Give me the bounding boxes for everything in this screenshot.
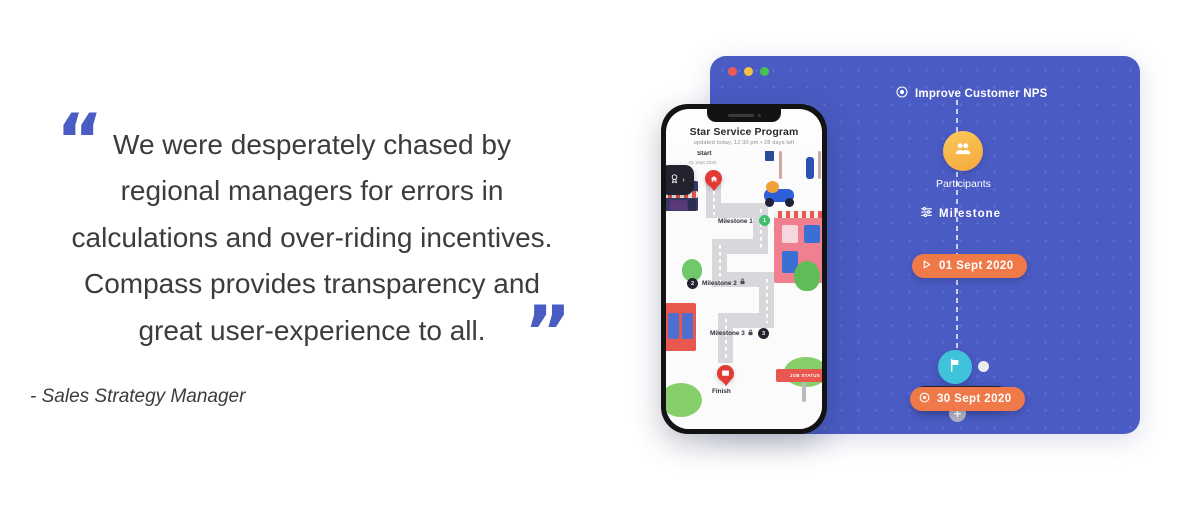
rewards-side-tab[interactable]: ›: [666, 165, 694, 195]
finish-flag-icon[interactable]: [717, 365, 734, 382]
milestone-header-label: Milestone: [939, 208, 1002, 220]
bus-stop-post: [818, 151, 821, 179]
camera-icon: [757, 114, 761, 117]
person-figure: [806, 157, 814, 179]
start-date-label: 01 Sept 2020: [939, 260, 1014, 272]
road-dash: [725, 319, 727, 359]
milestone-2-label: Milestone 2: [702, 280, 737, 287]
milestone-1-node[interactable]: Milestone 1: [919, 350, 1003, 410]
goal-label: Improve Customer NPS: [915, 88, 1048, 100]
storefront-door: [668, 313, 679, 339]
play-icon: [921, 259, 932, 273]
phone-screen: Star Service Program updated today, 12:3…: [666, 109, 822, 429]
milestone-header-row[interactable]: Milestone: [920, 205, 1001, 223]
speaker-icon: [727, 114, 754, 117]
flag-icon: [947, 357, 963, 378]
lock-icon: [747, 329, 754, 338]
end-date-pill[interactable]: 30 Sept 2020: [910, 387, 1025, 411]
medal-icon: [669, 171, 680, 189]
milestone-1-status-dot: [978, 361, 989, 372]
goal-row[interactable]: Improve Customer NPS: [896, 85, 1047, 103]
quote-close-icon: ”: [524, 290, 571, 374]
people-icon: [953, 139, 973, 164]
scooter-wheel: [765, 198, 774, 207]
milestone-1-flag-button[interactable]: [938, 350, 972, 384]
testimonial-panel: “ We were desperately chased by regional…: [0, 0, 620, 506]
house-window: [804, 225, 820, 243]
start-date: 01 Sept 2020: [689, 160, 717, 165]
house-awning: [774, 211, 822, 218]
milestone-3-label: Milestone 3: [710, 330, 745, 337]
storefront-door: [682, 313, 693, 339]
start-label: Start: [697, 151, 712, 157]
finish-label: Finish: [712, 388, 731, 395]
milestone-1-label: Milestone 1: [718, 218, 753, 225]
billboard-label: JOB STATUS: [789, 373, 821, 378]
milestone-1-badge[interactable]: 1: [759, 215, 770, 226]
participants-node[interactable]: Participants: [936, 131, 991, 190]
chevron-right-icon: ›: [682, 176, 685, 184]
bus-sign-icon: [765, 151, 774, 161]
billboard[interactable]: JOB STATUS: [776, 369, 822, 382]
home-pin-icon[interactable]: [705, 170, 722, 187]
participants-avatar: [943, 131, 984, 171]
milestone-2-badge[interactable]: 2: [687, 278, 698, 289]
tree: [794, 261, 820, 291]
start-date-pill[interactable]: 01 Sept 2020: [912, 254, 1027, 278]
phone-notch: [707, 109, 781, 122]
sliders-icon: [920, 205, 933, 223]
road-dash: [719, 245, 721, 285]
scooter-wheel: [785, 198, 794, 207]
shop-window: [670, 200, 687, 210]
participants-label: Participants: [936, 178, 991, 190]
target-icon: [896, 85, 908, 103]
bus-stop-post: [779, 151, 782, 179]
billboard-post: [802, 382, 806, 402]
testimonial-attribution: - Sales Strategy Manager: [30, 386, 246, 407]
bush: [666, 383, 702, 417]
lock-icon: [739, 278, 746, 287]
target-icon-small: [919, 392, 930, 406]
phone-mockup: Star Service Program updated today, 12:3…: [661, 104, 827, 434]
app-title: Star Service Program: [689, 126, 799, 138]
screenshot-root: “ We were desperately chased by regional…: [0, 0, 1200, 506]
testimonial-quote-text: We were desperately chased by regional m…: [71, 129, 553, 346]
milestone-3-badge[interactable]: 3: [758, 328, 769, 339]
road-dash: [766, 279, 768, 323]
shop-sign: [688, 199, 696, 211]
house-window: [782, 225, 798, 243]
end-date-label: 30 Sept 2020: [937, 393, 1012, 405]
app-subtitle: updated today, 12:30 pm • 28 days left: [693, 140, 795, 146]
rider-figure: [766, 181, 779, 193]
